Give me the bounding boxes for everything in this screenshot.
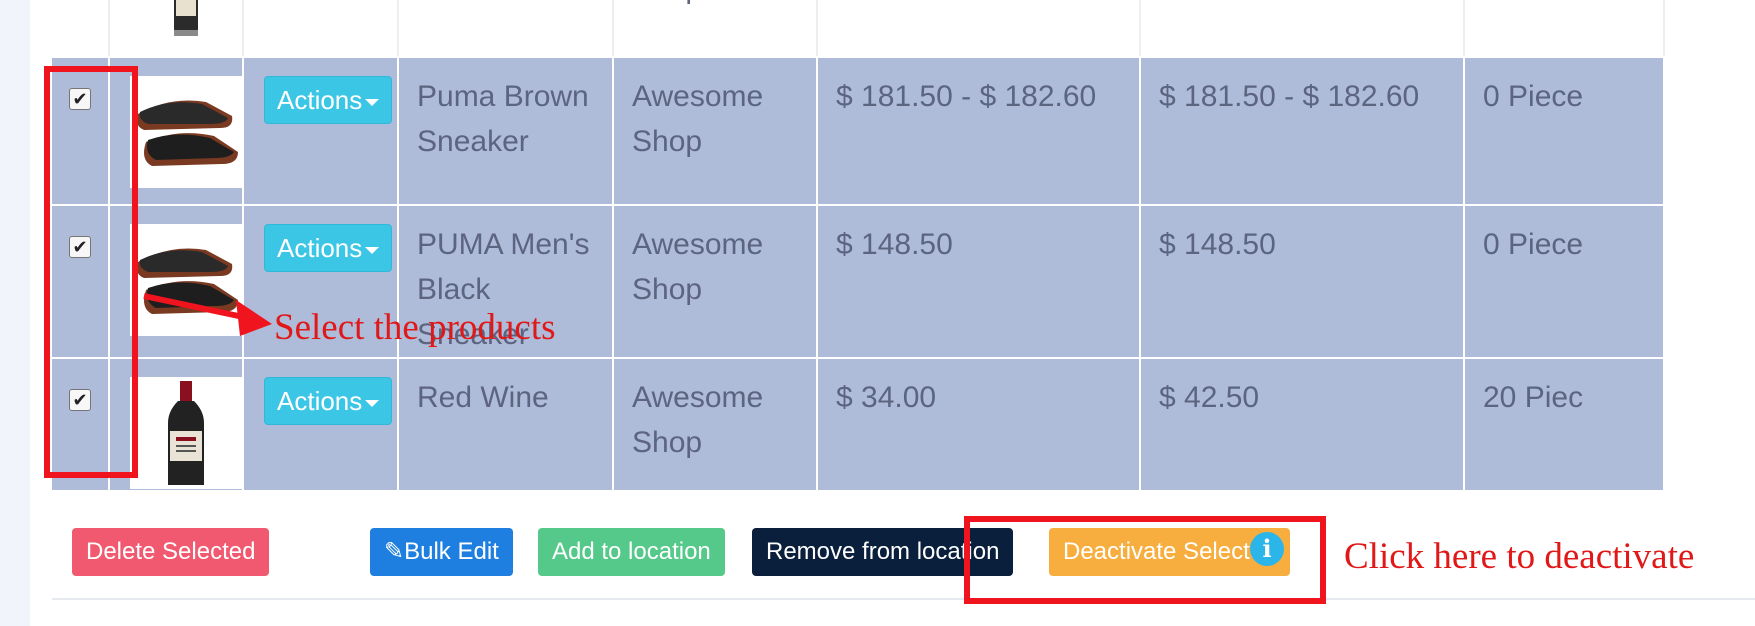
product-image [130, 377, 242, 489]
selling-price: $ 42.50 [1159, 381, 1260, 414]
actions-cell: Actions [243, 57, 399, 206]
table-row: Red Wine Shop [52, 0, 1665, 58]
selling-price: $ 148.50 [1159, 228, 1276, 261]
wine-bottle-icon [174, 0, 198, 36]
shop-name: Awesome Shop [632, 381, 764, 459]
actions-dropdown-button[interactable]: Actions [264, 224, 393, 272]
product-image [130, 0, 242, 40]
actions-dropdown-button[interactable]: Actions [264, 76, 393, 124]
shop-name: Awesome Shop [632, 80, 764, 158]
table-row[interactable]: ✔ Actions Red Wine Awesome Shop $ 34.00 … [52, 358, 1665, 492]
stock-cell: 20 Piec [1464, 358, 1665, 492]
products-table: Red Wine Shop ✔ Actions P [52, 0, 1665, 492]
price-range: $ 181.50 - $ 182.60 [836, 80, 1097, 113]
actions-label: Actions [277, 386, 363, 416]
actions-label: Actions [277, 233, 363, 263]
actions-label: Actions [277, 85, 363, 115]
product-name-cell: Red Wine [398, 0, 614, 58]
shop-name: Shop [614, 0, 816, 11]
selling-price: $ 181.50 - $ 182.60 [1159, 80, 1420, 113]
panel-bottom-border [52, 598, 1755, 600]
price-range: $ 148.50 [836, 228, 953, 261]
product-name-cell: Red Wine [398, 358, 614, 492]
bulk-edit-label: Bulk Edit [404, 538, 499, 565]
product-name: Puma Brown Sneaker [417, 80, 589, 158]
selling-price-cell [1140, 0, 1465, 58]
selling-price-cell: $ 42.50 [1140, 358, 1465, 492]
add-to-location-button[interactable]: Add to location [538, 528, 725, 576]
page-left-margin [0, 0, 30, 626]
product-image [130, 76, 242, 188]
product-name: Red Wine [417, 381, 549, 414]
actions-cell: Actions [243, 358, 399, 492]
delete-selected-button[interactable]: Delete Selected [72, 528, 270, 576]
product-image-cell [109, 0, 244, 58]
actions-cell [243, 0, 399, 58]
edit-icon: ✎ [384, 538, 405, 565]
sneaker-icon [136, 100, 238, 166]
selling-price-cell: $ 181.50 - $ 182.60 [1140, 57, 1465, 206]
caret-down-icon [365, 246, 380, 254]
wine-bottle-icon [168, 381, 204, 485]
table-row[interactable]: ✔ Actions Puma Brown Sneaker Awesome Sho… [52, 57, 1665, 206]
price-cell [817, 0, 1141, 58]
caret-down-icon [365, 399, 380, 407]
price-cell: $ 148.50 [817, 205, 1141, 359]
stock-cell: 0 Piece [1464, 57, 1665, 206]
shop-cell: Shop [613, 0, 818, 58]
price-cell: $ 34.00 [817, 358, 1141, 492]
stock-cell [1464, 0, 1665, 58]
shop-cell: Awesome Shop [613, 57, 818, 206]
caret-down-icon [365, 98, 380, 106]
deactivate-highlight-box [964, 516, 1326, 604]
deactivate-annotation: Click here to deactivate [1344, 536, 1695, 577]
selling-price-cell: $ 148.50 [1140, 205, 1465, 359]
actions-dropdown-button[interactable]: Actions [264, 377, 393, 425]
product-name: Red Wine [399, 0, 612, 11]
shop-cell: Awesome Shop [613, 358, 818, 492]
select-products-annotation: Select the products [274, 307, 556, 348]
bulk-edit-button[interactable]: ✎Bulk Edit [370, 528, 513, 576]
stock-cell: 0 Piece [1464, 205, 1665, 359]
stock: 0 Piece [1483, 228, 1584, 261]
arrow-right-icon [143, 293, 272, 336]
shop-name: Awesome Shop [632, 228, 764, 306]
checkbox-highlight-box [44, 66, 138, 478]
row-checkbox-cell [52, 0, 110, 58]
shop-cell: Awesome Shop [613, 205, 818, 359]
stock: 0 Piece [1483, 80, 1584, 113]
stock: 20 Piec [1483, 381, 1584, 414]
price-range: $ 34.00 [836, 381, 937, 414]
price-cell: $ 181.50 - $ 182.60 [817, 57, 1141, 206]
product-name-cell: Puma Brown Sneaker [398, 57, 614, 206]
